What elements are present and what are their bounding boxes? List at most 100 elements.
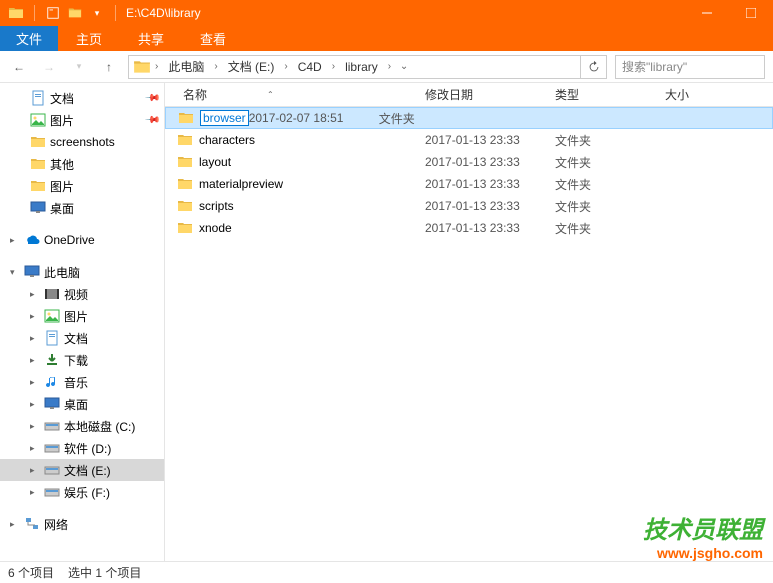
file-date: 2017-01-13 23:33 [425,155,555,169]
expand-icon[interactable]: ▸ [30,443,40,454]
desktop-icon [30,200,46,216]
tab-home[interactable]: 主页 [58,26,120,51]
sidebar-item[interactable]: screenshots [0,131,164,153]
chevron-right-icon[interactable]: › [153,61,160,72]
chevron-right-icon[interactable]: › [282,61,289,72]
up-button[interactable]: ↑ [98,56,120,78]
file-row[interactable]: browser2017-02-07 18:51文件夹 [165,107,773,129]
sidebar-item-onedrive[interactable]: ▸ OneDrive [0,229,164,251]
folder-icon [177,198,193,214]
watermark-url: www.jsgho.com [643,545,763,561]
column-type[interactable]: 类型 [555,86,665,103]
onedrive-icon [24,232,40,248]
sidebar-item-label: 文档 (E:) [64,462,164,479]
breadcrumb[interactable]: › 此电脑 › 文档 (E:) › C4D › library › ⌄ [128,55,607,79]
sidebar-item[interactable]: 图片📌 [0,109,164,131]
sidebar-item[interactable]: 桌面 [0,197,164,219]
sidebar-item[interactable]: 文档📌 [0,87,164,109]
file-type: 文件夹 [555,220,665,237]
chevron-right-icon[interactable]: › [330,61,337,72]
sidebar-item-label: 图片 [50,112,142,129]
folder-icon [177,154,193,170]
file-row[interactable]: materialpreview2017-01-13 23:33文件夹 [165,173,773,195]
expand-icon[interactable]: ▸ [30,311,40,322]
expand-icon[interactable]: ▸ [30,399,40,410]
maximize-button[interactable] [729,0,773,26]
file-date: 2017-01-13 23:33 [425,199,555,213]
file-row[interactable]: scripts2017-01-13 23:33文件夹 [165,195,773,217]
breadcrumb-segment[interactable]: 文档 (E:) [222,58,281,75]
back-button[interactable]: ← [8,56,30,78]
tab-share[interactable]: 共享 [120,26,182,51]
expand-icon[interactable]: ▸ [30,487,40,498]
sidebar-item-label: 本地磁盘 (C:) [64,418,164,435]
status-count: 6 个项目 [8,564,54,581]
file-type: 文件夹 [555,198,665,215]
recent-dropdown[interactable]: ▾ [68,56,90,78]
column-size[interactable]: 大小 [665,86,745,103]
qat-properties-icon[interactable] [45,5,61,21]
sidebar-item[interactable]: ▸ 本地磁盘 (C:) [0,415,164,437]
sidebar-item[interactable]: ▸软件 (D:) [0,437,164,459]
sidebar-item[interactable]: ▸音乐 [0,371,164,393]
status-selected: 选中 1 个项目 [68,564,141,581]
tab-view[interactable]: 查看 [182,26,244,51]
sidebar-item[interactable]: 图片 [0,175,164,197]
titlebar: ▾ E:\C4D\library [0,0,773,26]
sidebar-item[interactable]: ▸ 下载 [0,349,164,371]
column-date[interactable]: 修改日期 [425,86,555,103]
sidebar-item[interactable]: ▸桌面 [0,393,164,415]
expand-icon[interactable]: ▸ [30,377,40,388]
breadcrumb-segment[interactable]: library [339,60,384,74]
expand-icon[interactable]: ▸ [30,333,40,344]
breadcrumb-segment[interactable]: 此电脑 [162,58,210,75]
folder-icon [177,132,193,148]
file-row[interactable]: characters2017-01-13 23:33文件夹 [165,129,773,151]
sidebar: 文档📌图片📌screenshots其他图片桌面 ▸ OneDrive ▾ 此电脑… [0,83,165,561]
expand-icon[interactable]: ▸ [30,289,40,300]
expand-icon[interactable]: ▸ [10,519,20,530]
pic-icon [44,308,60,324]
file-date: 2017-01-13 23:33 [425,133,555,147]
file-row[interactable]: layout2017-01-13 23:33文件夹 [165,151,773,173]
sidebar-item[interactable]: ▸ 文档 (E:) [0,459,164,481]
file-row[interactable]: xnode2017-01-13 23:33文件夹 [165,217,773,239]
folder-icon [177,176,193,192]
chevron-right-icon[interactable]: › [386,61,393,72]
sidebar-item-label: screenshots [50,135,164,149]
expand-icon[interactable]: ▸ [30,421,40,432]
breadcrumb-history-dropdown[interactable]: ⌄ [395,61,413,72]
sidebar-item-label: 下载 [64,352,164,369]
search-input[interactable]: 搜索"library" [615,55,765,79]
chevron-right-icon[interactable]: › [212,61,219,72]
sidebar-item[interactable]: 其他 [0,153,164,175]
minimize-button[interactable] [685,0,729,26]
sidebar-item-thispc[interactable]: ▾ 此电脑 [0,261,164,283]
folder-icon [8,5,24,21]
qat-newfolder-icon[interactable] [67,5,83,21]
refresh-button[interactable] [580,56,606,78]
watermark-text: 技术员联盟 [643,510,763,545]
sidebar-item[interactable]: ▸文档 [0,327,164,349]
qat-dropdown-icon[interactable]: ▾ [89,5,105,21]
file-list: 名称⌃ 修改日期 类型 大小 browser2017-02-07 18:51文件… [165,83,773,561]
tab-file[interactable]: 文件 [0,26,58,51]
file-name: xnode [199,221,425,235]
expand-icon[interactable]: ▸ [10,235,20,246]
folder-icon [178,110,194,126]
expand-icon[interactable]: ▸ [30,465,40,476]
collapse-icon[interactable]: ▾ [10,267,20,278]
sidebar-item-network[interactable]: ▸ 网络 [0,513,164,535]
breadcrumb-segment[interactable]: C4D [292,60,328,74]
forward-button[interactable]: → [38,56,60,78]
column-name[interactable]: 名称⌃ [165,86,425,103]
doc-icon [44,330,60,346]
sidebar-item-label: 桌面 [50,200,164,217]
sidebar-item[interactable]: ▸图片 [0,305,164,327]
folder-icon [177,220,193,236]
nav-toolbar: ← → ▾ ↑ › 此电脑 › 文档 (E:) › C4D › library … [0,51,773,83]
sidebar-item[interactable]: ▸娱乐 (F:) [0,481,164,503]
file-name-editing[interactable]: browser [200,110,249,126]
expand-icon[interactable]: ▸ [30,355,40,366]
sidebar-item[interactable]: ▸视频 [0,283,164,305]
